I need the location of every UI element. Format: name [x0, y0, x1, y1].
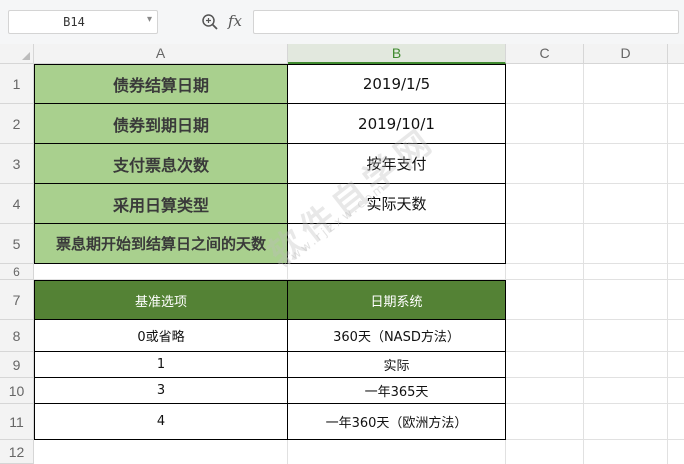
- basis-system-cell[interactable]: 实际: [288, 352, 506, 378]
- chevron-down-icon[interactable]: ▾: [147, 14, 152, 25]
- fx-icon[interactable]: fx: [228, 12, 242, 30]
- basis-header-cell[interactable]: 日期系统: [288, 280, 506, 320]
- formula-bar: B14 ▾ fx: [0, 0, 684, 44]
- row-header-2[interactable]: 2: [0, 104, 34, 144]
- row-header-9[interactable]: 9: [0, 352, 34, 378]
- param-label-cell[interactable]: 支付票息次数: [34, 144, 288, 184]
- row-header-11[interactable]: 11: [0, 404, 34, 440]
- column-header-e[interactable]: [668, 44, 684, 64]
- column-header-b[interactable]: B: [288, 44, 506, 64]
- zoom-icon[interactable]: [201, 13, 219, 31]
- row-header-8[interactable]: 8: [0, 320, 34, 352]
- column-header-d[interactable]: D: [584, 44, 668, 64]
- row-header-10[interactable]: 10: [0, 378, 34, 404]
- formula-input[interactable]: [253, 10, 679, 34]
- param-label-cell[interactable]: 采用日算类型: [34, 184, 288, 224]
- basis-option-cell[interactable]: 3: [34, 378, 288, 404]
- column-header-a[interactable]: A: [34, 44, 288, 64]
- param-label-cell[interactable]: 债券结算日期: [34, 64, 288, 104]
- row-header-4[interactable]: 4: [0, 184, 34, 224]
- basis-system-cell[interactable]: 一年360天（欧洲方法）: [288, 404, 506, 440]
- name-box[interactable]: B14 ▾: [8, 10, 158, 34]
- basis-header-cell[interactable]: 基准选项: [34, 280, 288, 320]
- row-header-5[interactable]: 5: [0, 224, 34, 264]
- row-header-7[interactable]: 7: [0, 280, 34, 320]
- row-header-12[interactable]: 12: [0, 440, 34, 464]
- basis-system-cell[interactable]: 360天（NASD方法）: [288, 320, 506, 352]
- basis-option-cell[interactable]: 1: [34, 352, 288, 378]
- basis-option-cell[interactable]: 4: [34, 404, 288, 440]
- param-label-cell[interactable]: 票息期开始到结算日之间的天数: [34, 224, 288, 264]
- row-header-6[interactable]: 6: [0, 264, 34, 280]
- basis-system-cell[interactable]: 一年365天: [288, 378, 506, 404]
- basis-option-cell[interactable]: 0或省略: [34, 320, 288, 352]
- select-all-corner[interactable]: [0, 44, 34, 64]
- param-value-cell[interactable]: 2019/1/5: [288, 64, 506, 104]
- row-header-1[interactable]: 1: [0, 64, 34, 104]
- column-header-c[interactable]: C: [506, 44, 584, 64]
- row-header-3[interactable]: 3: [0, 144, 34, 184]
- param-label-cell[interactable]: 债券到期日期: [34, 104, 288, 144]
- name-box-value: B14: [63, 15, 85, 29]
